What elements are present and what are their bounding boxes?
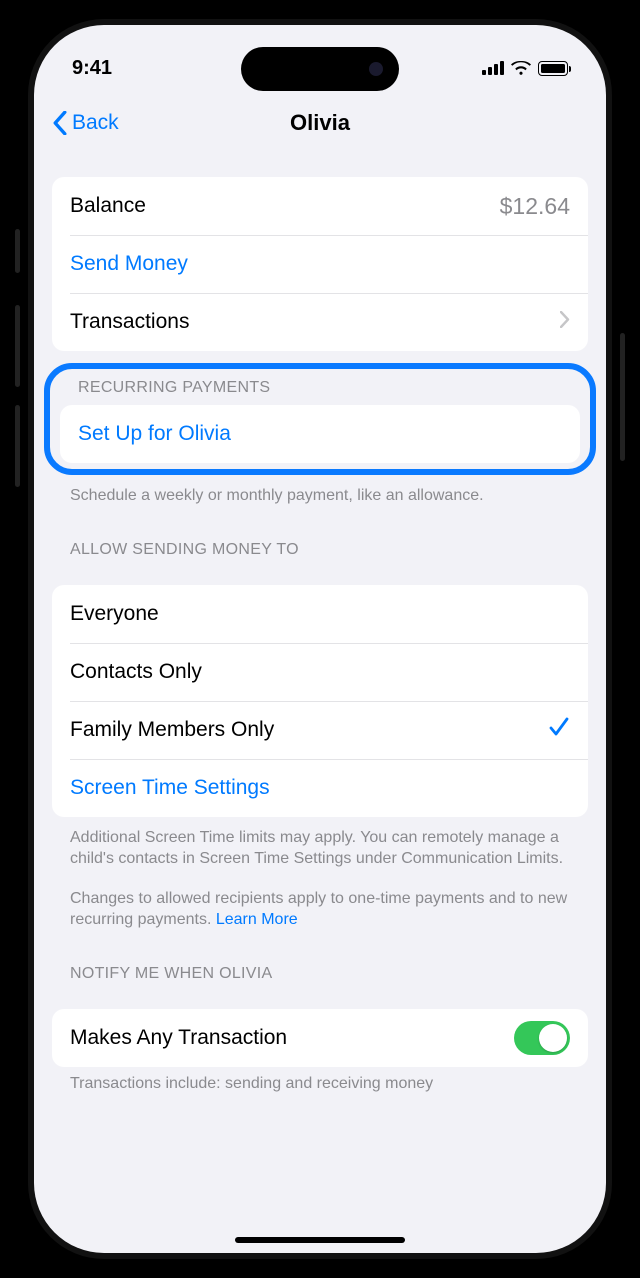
chevron-right-icon bbox=[560, 310, 570, 334]
notify-any-toggle[interactable] bbox=[514, 1021, 570, 1055]
screen-time-label: Screen Time Settings bbox=[70, 776, 570, 800]
balance-row[interactable]: Balance $12.64 bbox=[52, 177, 588, 235]
balance-label: Balance bbox=[70, 194, 500, 218]
allow-header: ALLOW SENDING MONEY TO bbox=[70, 541, 570, 559]
recurring-highlight: RECURRING PAYMENTS Set Up for Olivia bbox=[44, 363, 596, 475]
status-icons bbox=[482, 61, 568, 76]
setup-recurring-label: Set Up for Olivia bbox=[78, 422, 562, 446]
allow-group: Everyone Contacts Only Family Members On… bbox=[52, 585, 588, 817]
allow-option-contacts[interactable]: Contacts Only bbox=[52, 643, 588, 701]
balance-value: $12.64 bbox=[500, 193, 570, 220]
setup-recurring-button[interactable]: Set Up for Olivia bbox=[60, 405, 580, 463]
wifi-icon bbox=[511, 61, 531, 76]
status-time: 9:41 bbox=[72, 57, 112, 80]
allow-footer-2: Changes to allowed recipients apply to o… bbox=[70, 888, 570, 931]
checkmark-icon bbox=[548, 716, 570, 744]
allow-option-label: Family Members Only bbox=[70, 718, 548, 742]
nav-bar: Back Olivia bbox=[34, 95, 606, 151]
balance-group: Balance $12.64 Send Money Transactions bbox=[52, 177, 588, 351]
notify-any-label: Makes Any Transaction bbox=[70, 1026, 514, 1050]
transactions-label: Transactions bbox=[70, 310, 560, 334]
dynamic-island bbox=[241, 47, 399, 91]
content: Balance $12.64 Send Money Transactions R… bbox=[34, 151, 606, 1253]
notify-header: NOTIFY ME WHEN OLIVIA bbox=[70, 965, 570, 983]
screen-time-button[interactable]: Screen Time Settings bbox=[52, 759, 588, 817]
notify-footer: Transactions include: sending and receiv… bbox=[70, 1075, 570, 1093]
allow-option-label: Contacts Only bbox=[70, 660, 570, 684]
notify-group: Makes Any Transaction bbox=[52, 1009, 588, 1067]
back-label: Back bbox=[72, 111, 119, 135]
send-money-label: Send Money bbox=[70, 252, 570, 276]
cellular-icon bbox=[482, 61, 504, 75]
chevron-left-icon bbox=[52, 111, 68, 135]
battery-icon bbox=[538, 61, 568, 76]
send-money-button[interactable]: Send Money bbox=[52, 235, 588, 293]
recurring-group: Set Up for Olivia bbox=[60, 405, 580, 463]
notify-any-row[interactable]: Makes Any Transaction bbox=[52, 1009, 588, 1067]
allow-option-label: Everyone bbox=[70, 602, 570, 626]
allow-footer-1: Additional Screen Time limits may apply.… bbox=[70, 827, 570, 870]
recurring-header: RECURRING PAYMENTS bbox=[78, 379, 562, 397]
back-button[interactable]: Back bbox=[52, 111, 119, 135]
page-title: Olivia bbox=[34, 110, 606, 136]
allow-footer-2-text: Changes to allowed recipients apply to o… bbox=[70, 890, 567, 929]
allow-option-everyone[interactable]: Everyone bbox=[52, 585, 588, 643]
transactions-row[interactable]: Transactions bbox=[52, 293, 588, 351]
recurring-footer: Schedule a weekly or monthly payment, li… bbox=[70, 485, 570, 507]
home-indicator[interactable] bbox=[235, 1237, 405, 1243]
learn-more-link[interactable]: Learn More bbox=[216, 911, 298, 928]
allow-option-family[interactable]: Family Members Only bbox=[52, 701, 588, 759]
